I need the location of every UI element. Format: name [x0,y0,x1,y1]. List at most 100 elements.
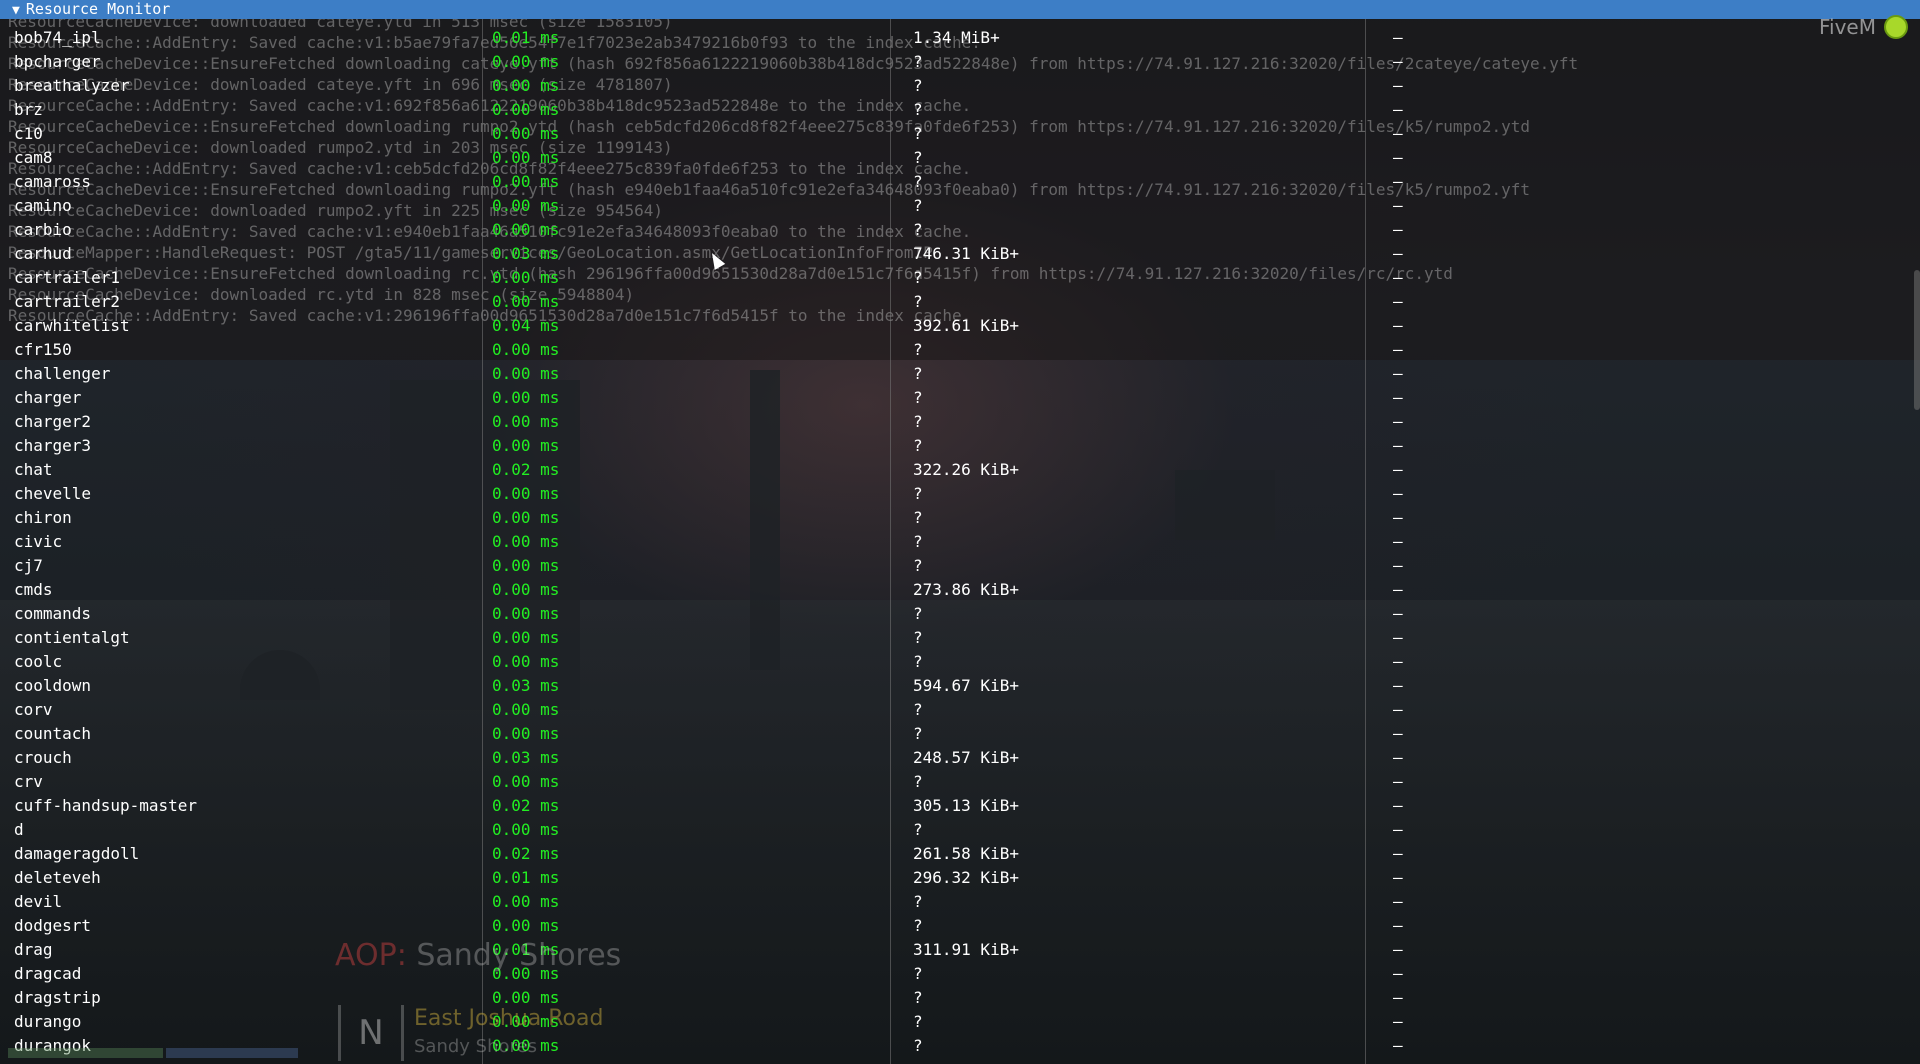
resource-cpu-time: 0.02 ms [492,796,560,815]
resource-row: d 0.00 ms? – [0,818,1920,842]
resource-row: charger2 0.00 ms? – [0,410,1920,434]
resource-extra: – [1393,52,1403,71]
resource-row: cj7 0.00 ms? – [0,554,1920,578]
resource-name: crouch [14,748,72,767]
resource-cpu-time: 0.02 ms [492,844,560,863]
resource-cpu-time: 0.00 ms [492,604,560,623]
resource-name: bpcharger [14,52,101,71]
resource-name: commands [14,604,92,623]
resource-cpu-time: 0.00 ms [492,268,560,287]
resource-extra: – [1393,484,1403,503]
hud-compass: N [338,1005,404,1061]
resource-cpu-time: 0.00 ms [492,76,560,95]
resource-row: dragcad 0.00 ms? – [0,962,1920,986]
resource-cpu-time: 0.00 ms [492,700,560,719]
resource-row: cam8 0.00 ms? – [0,146,1920,170]
collapse-arrow-icon[interactable]: ▼ [12,1,20,20]
resource-cpu-time: 0.00 ms [492,388,560,407]
resource-memory: ? [913,508,923,527]
resource-cpu-time: 0.02 ms [492,460,560,479]
resource-memory: ? [913,892,923,911]
resource-extra: – [1393,412,1403,431]
resource-row: c10 0.00 ms? – [0,122,1920,146]
resource-name: cartrailer2 [14,292,120,311]
resource-name: cuff-handsup-master [14,796,198,815]
resource-extra: – [1393,748,1403,767]
resource-memory: 273.86 KiB+ [913,580,1019,599]
resource-name: corv [14,700,53,719]
resource-name: cartrailer1 [14,268,120,287]
resource-name: countach [14,724,92,743]
resource-name: carhud [14,244,72,263]
resource-cpu-time: 0.00 ms [492,820,560,839]
resource-row: bob74_ipl 0.01 ms 1.34 MiB+ – [0,26,1920,50]
resource-name: charger [14,388,82,407]
resource-extra: – [1393,148,1403,167]
resource-extra: – [1393,988,1403,1007]
resource-cpu-time: 0.00 ms [492,892,560,911]
resource-row: durango 0.00 ms? – [0,1010,1920,1034]
resource-cpu-time: 0.01 ms [492,868,560,887]
resource-name: deleteveh [14,868,101,887]
resource-table: bob74_ipl 0.01 ms 1.34 MiB+ – bpcharger 0.00 … [0,26,1920,1058]
resource-memory: ? [913,412,923,431]
resource-row: challenger 0.00 ms? – [0,362,1920,386]
resource-name: camino [14,196,72,215]
resource-name: devil [14,892,63,911]
resource-cpu-time: 0.00 ms [492,340,560,359]
resource-name: charger3 [14,436,92,455]
resource-cpu-time: 0.00 ms [492,220,560,239]
resource-row: contientalgt 0.00 ms? – [0,626,1920,650]
resource-cpu-time: 0.00 ms [492,532,560,551]
resource-name: cam8 [14,148,53,167]
resource-name: camaross [14,172,92,191]
resource-memory: ? [913,988,923,1007]
resource-cpu-time: 0.00 ms [492,412,560,431]
resource-row: damageragdoll 0.02 ms 261.58 KiB+ – [0,842,1920,866]
resource-memory: ? [913,772,923,791]
window-titlebar[interactable]: ▼ Resource Monitor [0,0,1920,19]
resource-extra: – [1393,436,1403,455]
resource-name: cj7 [14,556,43,575]
resource-extra: – [1393,556,1403,575]
resource-row: carhud 0.03 ms 746.31 KiB+ – [0,242,1920,266]
resource-memory: 746.31 KiB+ [913,244,1019,263]
resource-name: challenger [14,364,111,383]
resource-memory: ? [913,100,923,119]
resource-extra: – [1393,868,1403,887]
resource-extra: – [1393,364,1403,383]
resource-row: crv 0.00 ms? – [0,770,1920,794]
resource-table-body: bob74_ipl 0.01 ms 1.34 MiB+ – bpcharger 0.00 … [0,26,1920,1058]
resource-memory: ? [913,268,923,287]
resource-row: cfr150 0.00 ms? – [0,338,1920,362]
scrollbar-thumb[interactable] [1914,270,1920,410]
resource-name: contientalgt [14,628,130,647]
resource-cpu-time: 0.00 ms [492,484,560,503]
resource-memory: 594.67 KiB+ [913,676,1019,695]
resource-name: dodgesrt [14,916,92,935]
resource-extra: – [1393,940,1403,959]
resource-extra: – [1393,700,1403,719]
resource-extra: – [1393,580,1403,599]
resource-name: chevelle [14,484,92,503]
resource-memory: ? [913,292,923,311]
resource-extra: – [1393,676,1403,695]
resource-name: charger2 [14,412,92,431]
resource-name: c10 [14,124,43,143]
resource-name: chat [14,460,53,479]
resource-row: corv 0.00 ms? – [0,698,1920,722]
resource-name: coolc [14,652,63,671]
resource-memory: 261.58 KiB+ [913,844,1019,863]
fivem-logo-text: FiveM [1818,15,1876,39]
resource-memory: ? [913,196,923,215]
resource-memory: ? [913,700,923,719]
resource-name: cfr150 [14,340,72,359]
resource-row: dragstrip 0.00 ms? – [0,986,1920,1010]
resource-extra: – [1393,268,1403,287]
resource-name: civic [14,532,63,551]
resource-memory: ? [913,628,923,647]
resource-name: brz [14,100,43,119]
resource-memory: ? [913,964,923,983]
resource-memory: ? [913,652,923,671]
resource-row: chiron 0.00 ms? – [0,506,1920,530]
